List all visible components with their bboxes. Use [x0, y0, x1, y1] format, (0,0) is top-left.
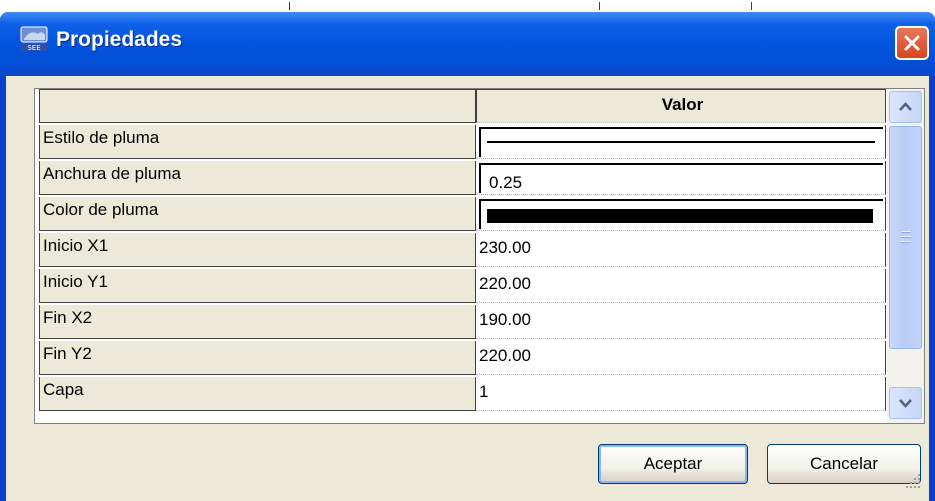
property-row[interactable]: Fin X2 190.00 — [35, 305, 887, 341]
property-row[interactable]: Inicio X1 230.00 — [35, 233, 887, 269]
grid-header-name — [39, 89, 476, 123]
property-name: Color de pluma — [39, 197, 476, 231]
grid-header-row: Valor — [35, 89, 887, 125]
window-icon[interactable]: SEE — [20, 26, 48, 52]
line-style-sample — [487, 141, 875, 143]
background-mark — [289, 2, 290, 10]
window-title: Propiedades — [56, 28, 183, 51]
line-style-swatch[interactable] — [479, 127, 883, 157]
close-button[interactable] — [895, 26, 929, 60]
property-name: Inicio Y1 — [39, 269, 476, 303]
property-value[interactable]: 220.00 — [476, 269, 886, 303]
property-name: Inicio X1 — [39, 233, 476, 267]
scroll-down-button[interactable] — [889, 387, 922, 419]
accept-button[interactable]: Aceptar — [598, 444, 748, 484]
property-value[interactable]: 220.00 — [476, 341, 886, 375]
title-bar[interactable]: SEE Propiedades — [0, 12, 935, 76]
scroll-up-button[interactable] — [889, 91, 922, 123]
property-row[interactable]: Fin Y2 220.00 — [35, 341, 887, 377]
chevron-up-icon — [899, 102, 912, 111]
property-value[interactable]: 1 — [476, 377, 886, 411]
background-marks — [0, 0, 935, 12]
property-name: Capa — [39, 377, 476, 411]
property-row[interactable]: Anchura de pluma 0.25 — [35, 161, 887, 197]
property-row[interactable]: Capa 1 — [35, 377, 887, 413]
background-mark — [599, 2, 600, 10]
property-name: Anchura de pluma — [39, 161, 476, 195]
pen-width-value: 0.25 — [489, 173, 523, 192]
chevron-down-icon — [899, 399, 912, 408]
property-grid: Valor Estilo de pluma Anchura de pluma 0… — [34, 88, 925, 424]
resize-grip-icon[interactable] — [904, 472, 922, 490]
cancel-button[interactable]: Cancelar — [767, 444, 921, 484]
vertical-scrollbar[interactable] — [887, 89, 924, 423]
properties-dialog: SEE Propiedades Valor Estilo de pluma An… — [0, 12, 935, 501]
property-name: Fin X2 — [39, 305, 476, 339]
property-row[interactable]: Color de pluma — [35, 197, 887, 233]
property-name: Fin Y2 — [39, 341, 476, 375]
grid-header-value: Valor — [476, 89, 886, 123]
color-swatch[interactable] — [479, 199, 883, 229]
svg-text:SEE: SEE — [27, 44, 40, 52]
property-value[interactable]: 190.00 — [476, 305, 886, 339]
scroll-thumb[interactable] — [889, 126, 922, 349]
color-sample — [487, 209, 873, 223]
grip-icon — [901, 231, 911, 243]
dialog-body: Valor Estilo de pluma Anchura de pluma 0… — [6, 76, 929, 501]
close-icon — [904, 35, 920, 51]
property-row[interactable]: Inicio Y1 220.00 — [35, 269, 887, 305]
property-row[interactable]: Estilo de pluma — [35, 125, 887, 161]
background-mark — [751, 2, 752, 10]
property-name: Estilo de pluma — [39, 125, 476, 159]
property-value[interactable]: 230.00 — [476, 233, 886, 267]
pen-width-input[interactable]: 0.25 — [479, 163, 883, 193]
